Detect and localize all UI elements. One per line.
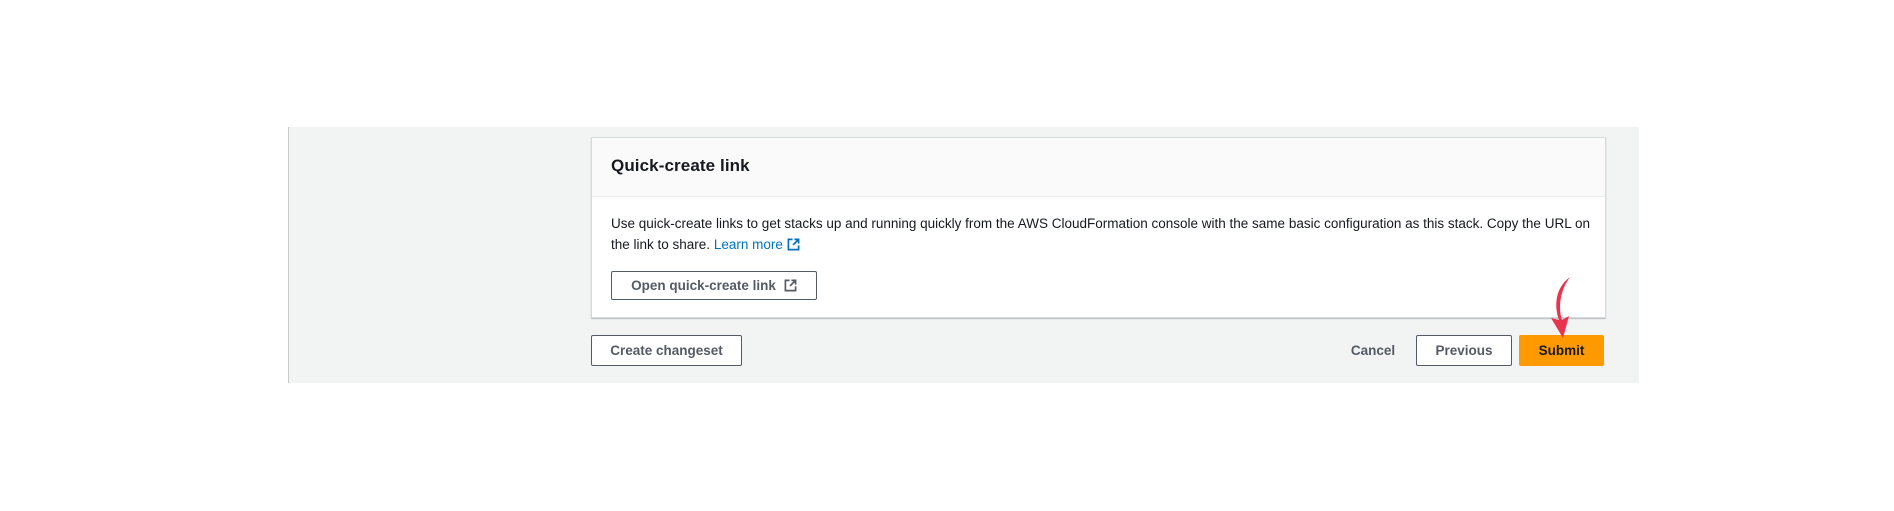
learn-more-link[interactable]: Learn more (714, 237, 800, 252)
panel-title: Quick-create link (611, 156, 750, 175)
arrow-down-icon (1551, 277, 1570, 338)
learn-more-label: Learn more (713, 236, 783, 252)
external-link-icon (784, 279, 797, 292)
console-content-area: Quick-create link Use quick-create links… (288, 127, 1639, 383)
cancel-button[interactable]: Cancel (1337, 335, 1409, 366)
quick-create-link-panel: Quick-create link Use quick-create links… (591, 137, 1606, 318)
external-link-icon (787, 238, 800, 250)
open-quick-create-link-label: Open quick-create link (631, 278, 776, 293)
panel-body: Use quick-create links to get stacks up … (592, 197, 1605, 255)
panel-description: Use quick-create links to get stacks up … (611, 214, 1591, 255)
previous-button[interactable]: Previous (1416, 335, 1512, 366)
panel-header: Quick-create link (592, 138, 1605, 197)
create-changeset-button[interactable]: Create changeset (591, 335, 742, 366)
open-quick-create-link-button[interactable]: Open quick-create link (611, 271, 817, 300)
